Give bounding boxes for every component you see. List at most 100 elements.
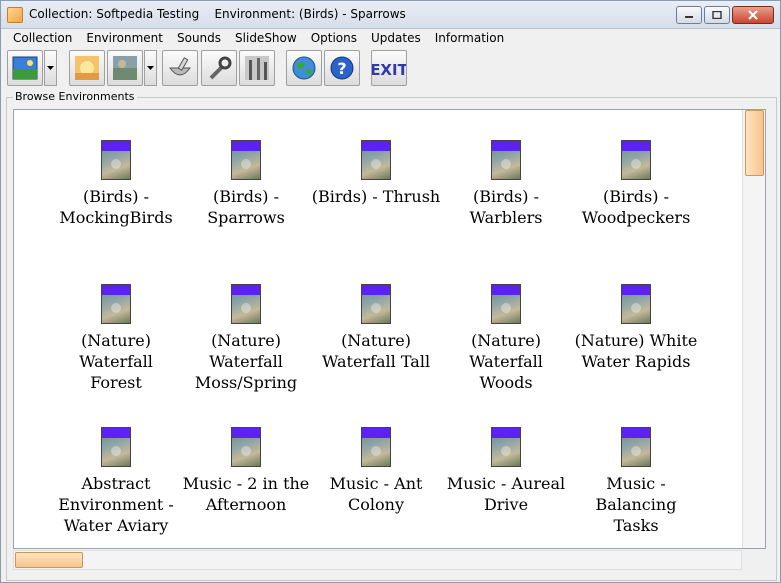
environment-thumbnail-icon <box>231 427 261 467</box>
title-bar[interactable]: Collection: Softpedia Testing Environmen… <box>1 1 780 29</box>
minimize-button[interactable] <box>676 6 702 24</box>
environment-label: (Birds) - Woodpeckers <box>581 187 691 227</box>
menu-updates[interactable]: Updates <box>364 29 428 47</box>
picture-dropdown[interactable] <box>44 50 57 86</box>
environment-thumbnail-icon <box>621 140 651 180</box>
thumbnail-band <box>492 285 520 295</box>
thumbnail-highlight <box>631 446 641 456</box>
menu-options[interactable]: Options <box>304 29 364 47</box>
nature-scene-button[interactable] <box>107 50 143 86</box>
environment-tile[interactable]: (Babb <box>701 140 742 228</box>
environment-thumbnail-icon <box>101 427 131 467</box>
vertical-scroll-thumb[interactable] <box>745 110 764 176</box>
environment-label: (Nature) Waterfall Forest <box>79 331 153 392</box>
minimize-icon <box>685 16 693 18</box>
environment-label: (Nature) Waterfall Moss/Spring <box>194 331 298 392</box>
thumbnail-band <box>232 428 260 438</box>
environment-tile[interactable]: MusPla <box>701 427 742 515</box>
environment-label: Abstract Environment - Water Aviary <box>58 474 174 535</box>
thumbnail-highlight <box>111 446 121 456</box>
mortar-pestle-button[interactable] <box>162 50 198 86</box>
environment-thumbnail-icon <box>361 140 391 180</box>
maximize-icon <box>712 11 722 19</box>
sunset-icon <box>75 56 99 80</box>
menu-environment[interactable]: Environment <box>79 29 170 47</box>
environment-tile[interactable]: (Birds) - Sparrows <box>181 140 311 228</box>
environment-label: MusPla <box>701 473 742 515</box>
environment-label: (Birds) - MockingBirds <box>59 187 173 227</box>
environment-thumbnail-icon <box>361 427 391 467</box>
environment-tile[interactable]: (Nature) Waterfall Moss/Spring <box>181 284 311 393</box>
environment-grid: (Birds) - MockingBirds (Birds) - Sparrows (B… <box>14 110 742 548</box>
environment-label: (Birds) - Thrush <box>311 187 441 206</box>
thumbnail-band <box>622 285 650 295</box>
wrench-button[interactable] <box>201 50 237 86</box>
environment-thumbnail-icon <box>491 140 521 180</box>
environment-tile[interactable]: (Nature) Waterfall Tall <box>311 284 441 372</box>
environment-label: Music - 2 in the Afternoon <box>182 474 310 514</box>
scroll-corner <box>742 550 766 570</box>
environment-label: (Birds) - Warblers <box>469 187 543 227</box>
environment-tile[interactable]: (Birds) - MockingBirds <box>51 140 181 228</box>
exit-button[interactable]: EXIT <box>371 50 407 86</box>
thumbnail-band <box>102 141 130 151</box>
environment-label: (Nature) Waterfall Woods <box>469 331 543 392</box>
environment-tile[interactable]: (Nature) Waterfall Forest <box>51 284 181 393</box>
sunset-button[interactable] <box>69 50 105 86</box>
environment-tile[interactable]: Music - Aureal Drive <box>441 427 571 515</box>
menu-information[interactable]: Information <box>428 29 511 47</box>
vertical-scrollbar[interactable] <box>742 110 765 548</box>
thumbnail-band <box>492 141 520 151</box>
thumbnail-band <box>492 428 520 438</box>
exit-icon: EXIT <box>372 61 406 79</box>
environment-thumbnail-icon <box>361 284 391 324</box>
environment-thumbnail-icon <box>231 140 261 180</box>
environment-tile[interactable]: (S <box>701 284 742 351</box>
thumbnail-highlight <box>501 446 511 456</box>
window-controls <box>676 6 774 24</box>
maximize-button[interactable] <box>704 6 730 24</box>
environment-tile[interactable]: Music - Ant Colony <box>311 427 441 515</box>
environment-tile[interactable]: Abstract Environment - Water Aviary <box>51 427 181 536</box>
nature-scene-icon <box>113 56 137 80</box>
environment-tile[interactable]: (Nature) Waterfall Woods <box>441 284 571 393</box>
environment-tile[interactable]: Music - 2 in the Afternoon <box>181 427 311 515</box>
thumbnail-band <box>622 428 650 438</box>
menu-sounds[interactable]: Sounds <box>170 29 228 47</box>
environment-tile[interactable]: (Birds) - Woodpeckers <box>571 140 701 228</box>
environment-label: (Babb <box>701 186 742 228</box>
environment-tile[interactable]: (Nature) White Water Rapids <box>571 284 701 372</box>
browse-environments-label: Browse Environments <box>13 90 137 103</box>
thumbnail-highlight <box>501 159 511 169</box>
thumbnail-band <box>232 285 260 295</box>
help-icon: ? <box>330 56 354 80</box>
menu-slideshow[interactable]: SlideShow <box>228 29 304 47</box>
menu-collection[interactable]: Collection <box>6 29 79 47</box>
landscape-picture-button[interactable] <box>7 50 43 86</box>
wrench-icon <box>209 56 232 80</box>
thumbnail-highlight <box>111 303 121 313</box>
thumbnail-band <box>102 285 130 295</box>
scene-dropdown[interactable] <box>144 50 157 86</box>
environment-tile[interactable]: (Birds) - Warblers <box>441 140 571 228</box>
horizontal-scroll-thumb[interactable] <box>15 552 83 568</box>
forest-icon <box>245 56 269 80</box>
main-window: Collection: Softpedia Testing Environmen… <box>0 0 781 583</box>
thumbnail-band <box>362 141 390 151</box>
environment-thumbnail-icon <box>621 284 651 324</box>
forest-button[interactable] <box>239 50 275 86</box>
environment-tile[interactable]: Music - Balancing Tasks <box>571 427 701 536</box>
globe-update-button[interactable] <box>286 50 322 86</box>
thumbnail-band <box>102 428 130 438</box>
thumbnail-highlight <box>371 159 381 169</box>
environment-label: Music - Balancing Tasks <box>595 474 677 535</box>
app-icon <box>7 7 23 23</box>
thumbnail-band <box>622 141 650 151</box>
thumbnail-highlight <box>631 159 641 169</box>
thumbnail-band <box>232 141 260 151</box>
environment-tile[interactable]: (Birds) - Thrush <box>311 140 441 207</box>
thumbnail-band <box>362 428 390 438</box>
close-button[interactable] <box>732 6 774 24</box>
horizontal-scrollbar[interactable] <box>13 550 742 570</box>
help-button[interactable]: ? <box>324 50 360 86</box>
